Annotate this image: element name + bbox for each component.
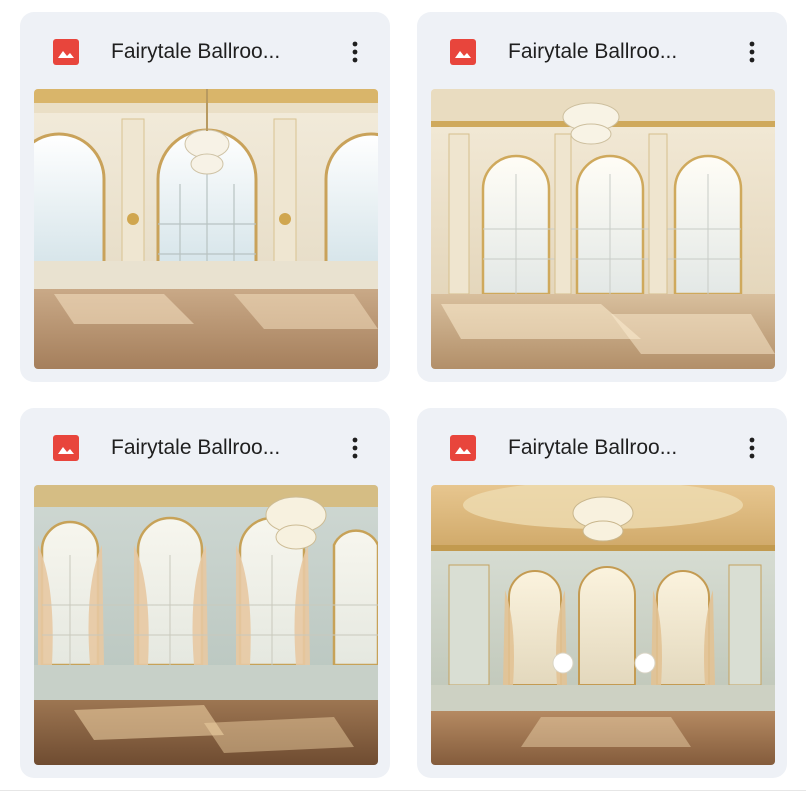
file-title: Fairytale Ballroo... bbox=[508, 40, 678, 63]
file-card[interactable]: Fairytale Ballroo... bbox=[20, 408, 390, 778]
image-file-icon bbox=[450, 435, 476, 461]
image-file-icon bbox=[450, 39, 476, 65]
image-file-icon bbox=[53, 39, 79, 65]
more-vert-icon bbox=[749, 41, 755, 63]
file-thumbnail[interactable] bbox=[34, 89, 378, 369]
more-options-button[interactable] bbox=[739, 38, 765, 66]
more-vert-icon bbox=[352, 41, 358, 63]
file-title: Fairytale Ballroo... bbox=[111, 436, 281, 459]
file-card-header: Fairytale Ballroo... bbox=[20, 12, 390, 86]
more-options-button[interactable] bbox=[342, 38, 368, 66]
file-card[interactable]: Fairytale Ballroo... bbox=[417, 408, 787, 778]
image-file-icon bbox=[53, 435, 79, 461]
file-card-header: Fairytale Ballroo... bbox=[20, 408, 390, 482]
more-options-button[interactable] bbox=[739, 434, 765, 462]
more-vert-icon bbox=[749, 437, 755, 459]
file-title: Fairytale Ballroo... bbox=[508, 436, 678, 459]
more-options-button[interactable] bbox=[342, 434, 368, 462]
file-card-header: Fairytale Ballroo... bbox=[417, 12, 787, 86]
file-card-header: Fairytale Ballroo... bbox=[417, 408, 787, 482]
divider bbox=[0, 790, 806, 791]
file-title: Fairytale Ballroo... bbox=[111, 40, 281, 63]
file-card[interactable]: Fairytale Ballroo... bbox=[20, 12, 390, 382]
file-card[interactable]: Fairytale Ballroo... bbox=[417, 12, 787, 382]
more-vert-icon bbox=[352, 437, 358, 459]
file-thumbnail[interactable] bbox=[431, 89, 775, 369]
file-thumbnail[interactable] bbox=[34, 485, 378, 765]
file-thumbnail[interactable] bbox=[431, 485, 775, 765]
